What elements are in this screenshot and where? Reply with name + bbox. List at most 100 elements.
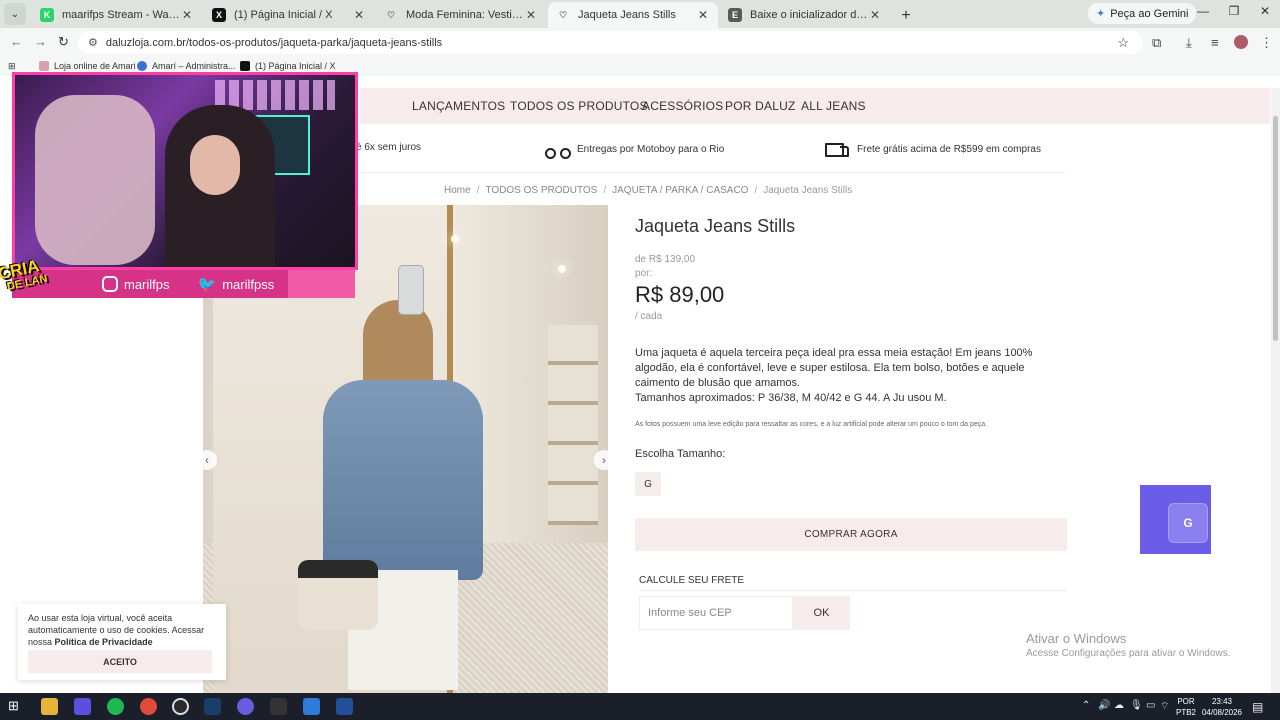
download-icon[interactable]: ⤓	[1186, 35, 1192, 51]
x-favicon-icon: X	[212, 8, 226, 22]
reload-icon[interactable]: ↻	[58, 34, 69, 50]
close-icon[interactable]: ✕	[868, 8, 882, 22]
back-arrow-icon[interactable]: ←	[10, 34, 23, 49]
shipping-label: CALCULE SEU FRETE	[639, 575, 745, 586]
breadcrumb-jaqueta-parka[interactable]: JAQUETA / PARKA / CASACO	[612, 185, 748, 196]
google-widget[interactable]: G	[1140, 485, 1211, 554]
photo-ceiling-light	[558, 265, 566, 273]
description-paragraph: Uma jaqueta é aquela terceira peça ideal…	[635, 347, 1033, 389]
tab-title: Jaqueta Jeans Stills	[578, 9, 676, 21]
close-icon[interactable]: ✕	[352, 8, 366, 22]
price-por-label: por:	[635, 268, 653, 279]
restore-button[interactable]: ❐	[1219, 4, 1249, 18]
browser-tab[interactable]: ♡ Moda Feminina: Vestidos, Blusa ✕	[376, 2, 546, 28]
breadcrumb-separator: /	[754, 185, 758, 196]
page-scrollbar[interactable]	[1271, 88, 1280, 693]
nav-link-acessorios[interactable]: ACESSÓRIOS	[642, 99, 723, 113]
gemini-button[interactable]: ✦ Peça ao Gemini	[1088, 3, 1197, 24]
benefit-motoboy: Entregas por Motoboy para o Rio	[545, 142, 724, 159]
network-icon[interactable]: ☁	[1114, 700, 1124, 711]
close-icon[interactable]: ✕	[524, 8, 538, 22]
breadcrumb-home[interactable]: Home	[444, 185, 471, 196]
nav-link-por-daluz[interactable]: POR DALUZ	[725, 99, 795, 113]
cria-de-lan-logo: CRIA DE LAN	[0, 256, 49, 293]
system-clock[interactable]: 23:43 04/08/2026	[1200, 696, 1244, 718]
cep-ok-button[interactable]: OK	[793, 596, 850, 630]
cookie-accept-button[interactable]: ACEITO	[28, 650, 212, 673]
bookmark-item[interactable]: (1) Página Inicial / X	[240, 61, 336, 71]
carousel-next-button[interactable]: ›	[594, 450, 614, 470]
model-phone	[398, 265, 424, 315]
gemini-sparkle-icon: ✦	[1096, 8, 1106, 20]
chevron-up-icon[interactable]: ⌃	[1082, 700, 1090, 711]
close-icon[interactable]: ✕	[696, 8, 710, 22]
benefit-installments: é 6x sem juros	[356, 142, 422, 153]
nav-link-all-jeans[interactable]: ALL JEANS	[801, 99, 866, 113]
breadcrumb-current: Jaqueta Jeans Stills	[763, 185, 853, 196]
windows-start-icon[interactable]: ⊞	[8, 698, 25, 715]
address-bar-area: ← → ↻ ⚙ daluzloja.com.br/todos-os-produt…	[0, 28, 1280, 57]
spotify-icon[interactable]	[107, 698, 124, 715]
tab-search-button[interactable]: ⌄	[4, 3, 26, 25]
new-tab-button[interactable]: +	[894, 4, 918, 28]
reading-list-icon[interactable]: ≡	[1211, 35, 1219, 50]
extensions-icon[interactable]: ⧉	[1152, 35, 1161, 51]
site-info-icon[interactable]: ⚙	[88, 36, 98, 49]
kick-favicon-icon: K	[40, 8, 54, 22]
browser-tab-active[interactable]: ♡ Jaqueta Jeans Stills ✕	[548, 2, 718, 28]
tab-title: (1) Página Inicial / X	[234, 9, 333, 21]
product-price: R$ 89,00	[635, 282, 725, 307]
privacy-policy-link[interactable]: Política de Privacidade	[55, 637, 153, 647]
bookmark-item[interactable]: Loja online de Amari	[39, 61, 136, 71]
webcam-chair	[35, 95, 155, 265]
model-denim-jacket	[323, 380, 483, 580]
file-explorer-icon[interactable]	[41, 698, 58, 715]
scrollbar-thumb[interactable]	[1273, 116, 1278, 341]
plus-icon: +	[901, 7, 911, 24]
product-description: Uma jaqueta é aquela terceira peça ideal…	[635, 346, 1055, 406]
terminal-icon[interactable]	[336, 698, 353, 715]
notification-icon[interactable]: ▤	[1252, 700, 1263, 714]
buy-now-button[interactable]: COMPRAR AGORA	[635, 518, 1067, 551]
apps-grid-icon[interactable]: ⊞	[8, 61, 16, 72]
social-bar-accent	[288, 270, 355, 298]
mic-icon[interactable]: 🎙	[1130, 700, 1143, 711]
steam-icon[interactable]	[204, 698, 221, 715]
carousel-prev-button[interactable]: ‹	[197, 450, 217, 470]
url-omnibox[interactable]: ⚙ daluzloja.com.br/todos-os-produtos/jaq…	[78, 31, 1143, 54]
close-icon[interactable]: ✕	[180, 8, 194, 22]
truck-icon	[825, 142, 849, 157]
apps-icon[interactable]	[74, 698, 91, 715]
chevron-right-icon: ›	[602, 453, 606, 467]
size-option-g[interactable]: G	[635, 472, 661, 496]
epic-games-icon[interactable]	[270, 698, 287, 715]
cookie-text: Ao usar esta loja virtual, você aceita a…	[28, 613, 205, 647]
volume-icon[interactable]: 🔊	[1098, 700, 1110, 711]
wifi-icon[interactable]: ⌔	[1160, 700, 1169, 713]
minimize-button[interactable]: —	[1188, 4, 1218, 18]
language-indicator[interactable]: POR PTB2	[1174, 696, 1198, 718]
profile-avatar[interactable]	[1234, 35, 1248, 49]
instagram-icon	[102, 276, 118, 292]
browser-tab[interactable]: E Baixe o inicializador da Epic Ga ✕	[720, 2, 890, 28]
kebab-menu-icon[interactable]: ⋮	[1260, 35, 1273, 51]
breadcrumb-separator: /	[476, 185, 480, 196]
cep-input[interactable]	[639, 596, 793, 630]
chrome-icon[interactable]	[140, 698, 157, 715]
breadcrumb-todos-os-produtos[interactable]: TODOS OS PRODUTOS	[485, 185, 597, 196]
display-icon[interactable]: ▭	[1146, 700, 1155, 711]
forward-arrow-icon[interactable]: →	[34, 34, 47, 49]
instagram-handle: marilfps	[102, 276, 170, 292]
window-close-button[interactable]: ✕	[1250, 4, 1280, 18]
obs-icon[interactable]	[172, 698, 189, 715]
nav-link-todos-os-produtos[interactable]: TODOS OS PRODUTOS	[510, 99, 648, 113]
bookmark-star-icon[interactable]: ☆	[1117, 35, 1129, 51]
nav-link-lancamentos[interactable]: LANÇAMENTOS	[412, 99, 505, 113]
app-icon[interactable]	[303, 698, 320, 715]
browser-tab[interactable]: X (1) Página Inicial / X ✕	[204, 2, 374, 28]
bookmark-item[interactable]: Amarí – Administra...	[137, 61, 236, 71]
description-sizes: Tamanhos aproximados: P 36/38, M 40/42 e…	[635, 392, 947, 404]
browser-tab[interactable]: K maarifps Stream - Watch Live o ✕	[32, 2, 202, 28]
twitter-handle: 🐦 marilfpss	[197, 276, 275, 293]
discord-icon[interactable]	[237, 698, 254, 715]
